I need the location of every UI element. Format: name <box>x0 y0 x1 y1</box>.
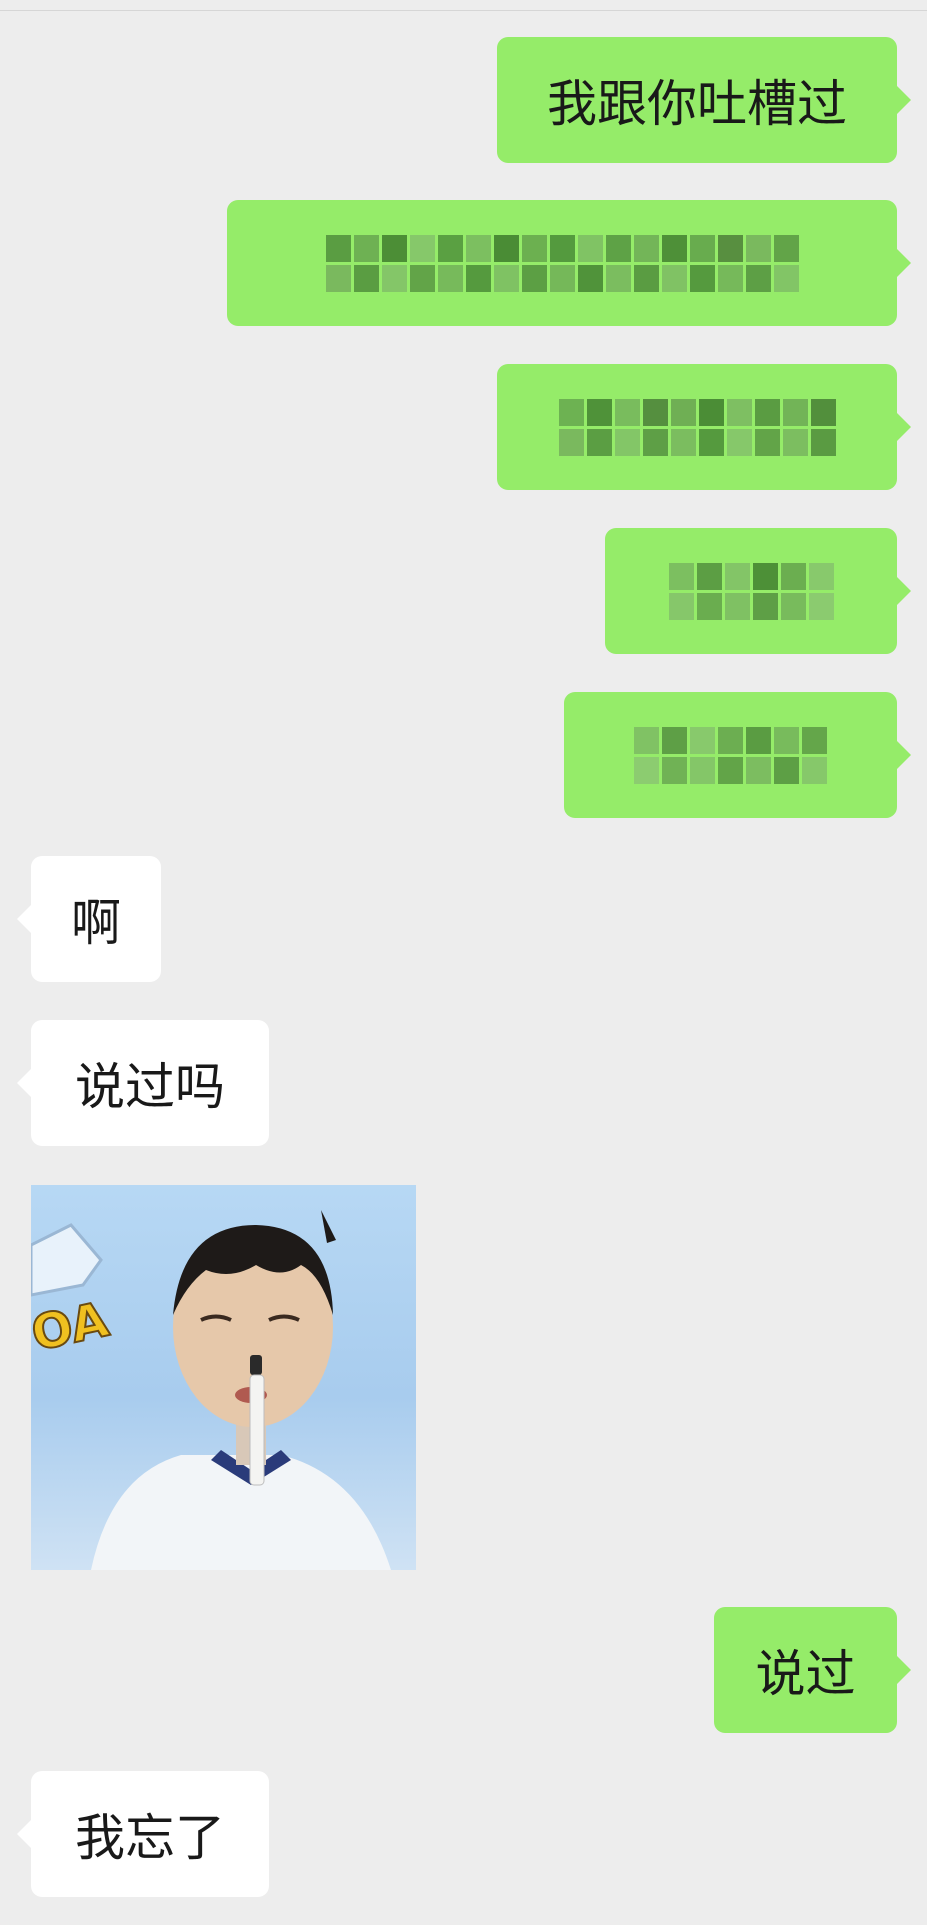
message-text: 说过 <box>755 1645 856 1703</box>
received-message-bubble[interactable]: 啊 <box>17 856 161 982</box>
message-text: 我忘了 <box>75 1809 225 1867</box>
pixelated-redaction <box>558 398 836 456</box>
pixelated-redaction <box>325 234 799 292</box>
message-text: 我跟你吐槽过 <box>547 75 847 133</box>
sent-message-bubble-redacted[interactable] <box>605 528 911 654</box>
top-divider <box>0 10 927 11</box>
received-message-bubble[interactable]: 我忘了 <box>17 1771 269 1897</box>
sent-message-bubble[interactable]: 我跟你吐槽过 <box>497 37 911 163</box>
meme-sticker-image: OA <box>31 1210 391 1570</box>
svg-text:OA: OA <box>31 1292 113 1363</box>
sent-message-bubble[interactable]: 说过 <box>714 1607 911 1733</box>
meme-sticker[interactable]: OA <box>31 1185 416 1570</box>
sent-message-bubble-redacted[interactable] <box>497 364 911 490</box>
pixelated-redaction <box>634 726 827 784</box>
message-text: 啊 <box>71 894 121 952</box>
received-message-bubble[interactable]: 说过吗 <box>17 1020 269 1146</box>
sent-message-bubble-redacted[interactable] <box>564 692 911 818</box>
pixelated-redaction <box>668 562 834 620</box>
message-text: 说过吗 <box>75 1058 225 1116</box>
sent-message-bubble-redacted[interactable] <box>227 200 911 326</box>
